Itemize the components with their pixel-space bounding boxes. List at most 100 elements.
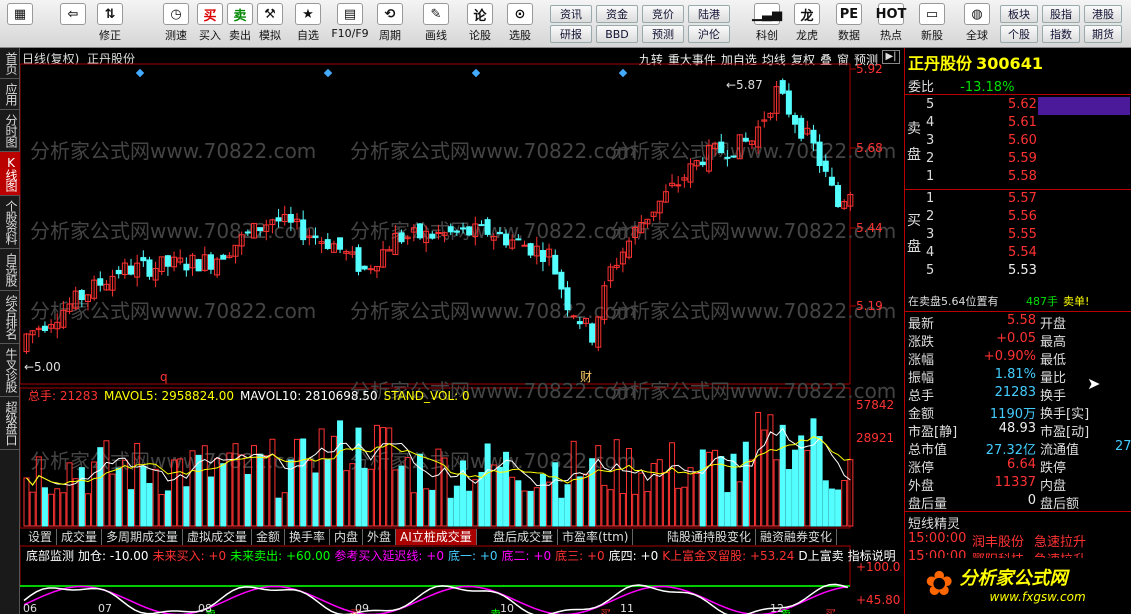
candle-body	[527, 243, 534, 256]
toolbar-button-2[interactable]: ⇅ 修正	[92, 3, 128, 45]
site-logo: ✿ 分析家公式网 www.fxgsw.com	[925, 558, 1130, 610]
grid-button[interactable]: 竞价	[642, 5, 684, 23]
volume-bar	[576, 476, 583, 527]
indicator-tab-3[interactable]: 虚拟成交量	[183, 529, 253, 545]
far-right-button[interactable]: 指数	[1042, 25, 1080, 43]
toolbar-right-button-2[interactable]: PE 数据	[830, 3, 868, 45]
grid-button[interactable]: 陆港	[688, 5, 730, 23]
chart-area[interactable]: 日线(复权) 正丹股份 九转 重大事件 加自选 均线 复权叠窗预测 ▶| 分析家公式网w…	[20, 48, 904, 614]
webi-row: 委比 -13.18%	[908, 76, 1130, 95]
toolbar-button-7[interactable]: ⚒ 模拟	[252, 3, 288, 45]
grid-button[interactable]: 研报	[550, 25, 592, 43]
volume-axis-label: 28921	[856, 431, 894, 445]
indicator-tab-4[interactable]: 金额	[252, 529, 286, 545]
grid-button[interactable]: 预测	[642, 25, 684, 43]
quote-panel: 正丹股份 300641 委比 -13.18% 卖盘 5 5.62 4 5.61 3 5.60 2 5…	[904, 48, 1131, 614]
hot-icon: HOT	[876, 3, 906, 25]
volume-bar	[84, 493, 91, 527]
grid-button[interactable]: 沪伦	[688, 25, 730, 43]
toolbar-button-9[interactable]: ▤ F10/F9	[331, 3, 369, 45]
left-tab-3[interactable]: K线图	[0, 152, 20, 196]
stat-value: 21283	[994, 385, 1036, 400]
toolbar-button-8[interactable]: ★ 自选	[290, 3, 326, 45]
pencil-icon: ✎	[423, 3, 449, 25]
toolbar-button-1[interactable]: ⇦	[55, 3, 91, 45]
indicator-tab-10[interactable]: 市盈率(ttm)	[558, 529, 634, 545]
toolbar-button-label: 科创	[756, 29, 778, 42]
grid-button[interactable]: 资金	[596, 5, 638, 23]
volume-bar	[712, 449, 719, 527]
divider	[905, 189, 1131, 190]
far-right-button[interactable]: 股指	[1042, 5, 1080, 23]
candle-body	[515, 238, 522, 241]
toolbar-right-button-1[interactable]: 龙龙虎	[788, 3, 826, 45]
far-right-button[interactable]: 港股	[1084, 5, 1122, 23]
stat-label: 总手	[908, 389, 935, 404]
indicator-tab-0[interactable]: 设置	[24, 529, 58, 545]
event-marker-q[interactable]: q	[160, 370, 168, 384]
volume-bar	[78, 467, 85, 527]
left-tab-6[interactable]: 综合排名	[0, 291, 20, 344]
left-tab-7[interactable]: 牛叉诊股	[0, 344, 20, 397]
left-tab-1[interactable]: 应用	[0, 79, 20, 110]
candle-body	[478, 224, 485, 227]
volume-bar	[736, 481, 743, 527]
left-tab-5[interactable]: 自选股	[0, 249, 20, 291]
indicator-tab-1[interactable]: 成交量	[57, 529, 103, 545]
position-action: 卖单!	[1063, 295, 1090, 308]
candle-body	[835, 185, 842, 208]
indicator-tab-11[interactable]: 陆股通持股变化	[663, 529, 757, 545]
event-marker-cai[interactable]: 财	[580, 370, 592, 384]
left-tab-4[interactable]: 个股资料	[0, 196, 20, 249]
toolbar-button-4[interactable]: ◷ 测速	[158, 3, 194, 45]
toolbar-right-button-3[interactable]: HOT 热点	[872, 3, 910, 45]
indicator-tab-8[interactable]: AI立桩成交量	[396, 529, 477, 545]
volume-bar	[607, 489, 614, 527]
event-diamond[interactable]	[323, 68, 333, 78]
candle-body	[355, 247, 362, 272]
toolbar-button-13[interactable]: ⊙ 选股	[502, 3, 538, 45]
event-diamond[interactable]	[618, 68, 628, 78]
indicator-tab-9[interactable]: 盘后成交量	[489, 529, 559, 545]
grid-button[interactable]: 资讯	[550, 5, 592, 23]
candle-body	[115, 269, 122, 275]
toolbar-right-button-0[interactable]: ▁▃▅ 科创	[748, 3, 786, 45]
toolbar-button-0[interactable]: ▦	[2, 3, 38, 45]
short-time: 15:00:00	[908, 531, 967, 546]
stat-value: +0.90%	[983, 349, 1036, 364]
watermark: 分析家公式网www.70822.com	[30, 139, 316, 163]
left-tab-2[interactable]: 分时图	[0, 110, 20, 152]
volume-bar	[509, 476, 516, 527]
far-right-button[interactable]: 个股	[1000, 25, 1038, 43]
far-right-button[interactable]: 期货	[1084, 25, 1122, 43]
forum-icon: 论	[467, 3, 493, 25]
toolbar-button-label: 热点	[880, 29, 902, 42]
toolbar-button-12[interactable]: 论论股	[462, 3, 498, 45]
toolbar-button-11[interactable]: ✎ 画线	[418, 3, 454, 45]
toolbar-right-button-4[interactable]: ▭ 新股	[913, 3, 951, 45]
event-diamond[interactable]	[471, 68, 481, 78]
event-diamond[interactable]	[135, 68, 145, 78]
far-right-button[interactable]: 板块	[1000, 5, 1038, 23]
buy-level-4: 5 5.53	[908, 263, 1130, 281]
grid-button[interactable]: BBD	[596, 25, 638, 43]
volume-bar	[109, 473, 116, 527]
toolbar-button-10[interactable]: ⟲ 周期	[372, 3, 408, 45]
left-tab-8[interactable]: 超级盘口	[0, 397, 20, 450]
indicator-tab-12[interactable]: 融资融券变化	[756, 529, 838, 545]
indicator-tab-6[interactable]: 内盘	[330, 529, 364, 545]
level-num: 5	[926, 97, 935, 112]
short-stock[interactable]: 润丰股份	[972, 531, 1024, 550]
indicator-tab-2[interactable]: 多周期成交量	[102, 529, 184, 545]
stat-label: 涨幅	[908, 353, 935, 368]
candle-body	[41, 325, 48, 331]
toolbar-right-button-5[interactable]: ◍ 全球	[958, 3, 996, 45]
candle-body	[275, 217, 282, 222]
indicator-tab-7[interactable]: 外盘	[363, 529, 397, 545]
volume-bar	[244, 474, 251, 527]
left-tab-0[interactable]: 首页	[0, 48, 20, 79]
sell-icon: 卖	[227, 3, 253, 25]
indicator-tab-5[interactable]: 换手率	[285, 529, 331, 545]
stat-row-8: 涨停 6.64 跌停	[908, 457, 1130, 476]
stat-label-2: 量比	[1040, 371, 1067, 386]
